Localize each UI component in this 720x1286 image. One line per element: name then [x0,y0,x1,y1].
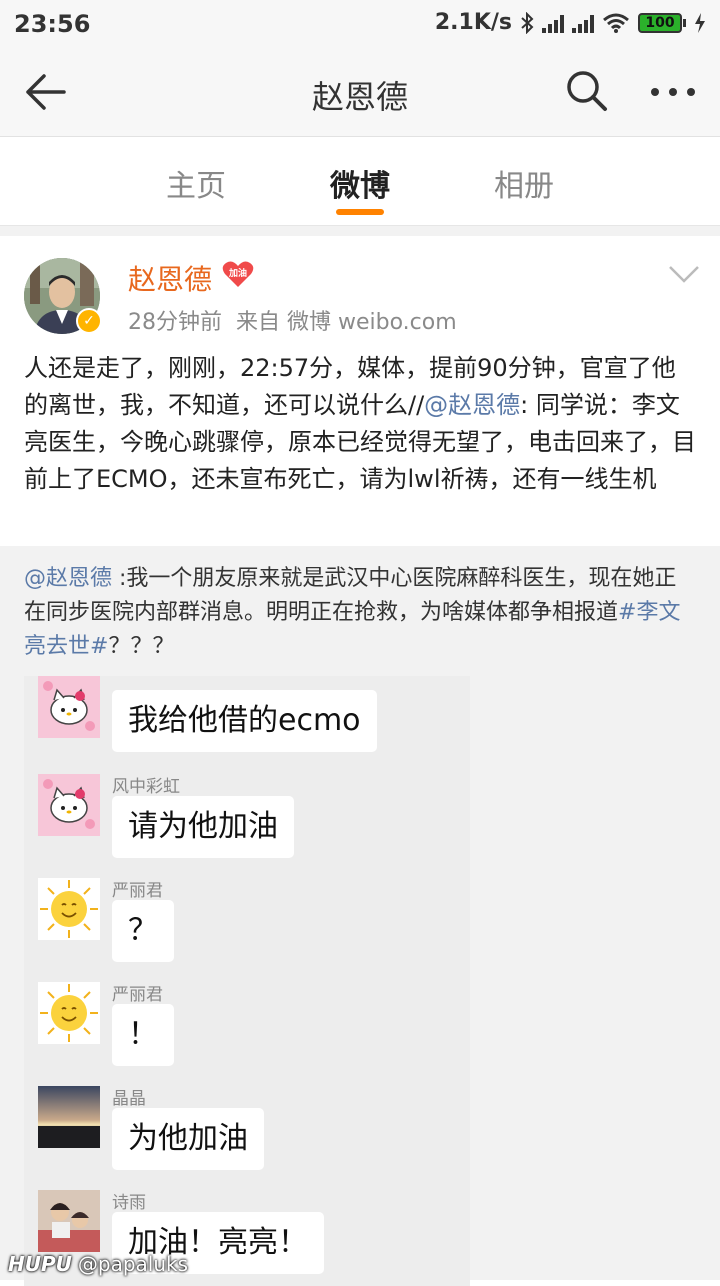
sunset-avatar-icon [38,1086,100,1148]
status-bar: 23:56 2.1K/s 100 [0,0,720,48]
bluetooth-icon [521,11,534,34]
author-name[interactable]: 赵恩德 [128,258,212,298]
network-speed: 2.1K/s [434,10,512,35]
watermark-handle: @papaluks [77,1252,189,1276]
tab-album[interactable]: 相册 [494,161,554,205]
active-tab-indicator [336,209,384,215]
profile-tabs: 主页 微博 相册 [0,137,720,226]
watermark-brand: HUPU [8,1252,72,1276]
chat-sender: 严丽君 [112,985,163,1005]
battery-icon: 100 [638,12,686,33]
page-title: 赵恩德 [311,78,408,116]
sun-avatar-icon [38,982,100,1044]
post-source: 来自 微博 weibo.com [236,310,457,335]
retweet-block[interactable]: @赵恩德 :我一个朋友原来就是武汉中心医院麻醉科医生，现在她正在同步医院内部群消… [0,546,720,1286]
retweet-mention-link[interactable]: @赵恩德 [24,566,112,591]
tab-weibo[interactable]: 微博 [330,161,390,205]
badge-label: 加油 [228,269,247,279]
chat-bubble: 我给他借的ecmo [112,690,377,752]
chevron-down-icon[interactable] [666,262,702,286]
signal-icon [542,13,564,33]
badge-icon: 加油 [222,260,254,288]
nav-bar: 赵恩德 [0,48,720,137]
retweet-body: :我一个朋友原来就是武汉中心医院麻醉科医生，现在她正在同步医院内部群消息。明明正… [24,566,677,625]
chat-sender: 晶晶 [112,1089,146,1109]
post-meta: 28分钟前 来自 微博 weibo.com [128,304,471,336]
search-icon[interactable] [566,70,608,112]
sun-avatar-icon [38,878,100,940]
charging-icon [695,12,705,33]
chat-bubble: ？ [112,900,174,962]
photo-avatar-icon [38,1190,100,1252]
chat-bubble: 为他加油 [112,1108,264,1170]
chat-sender: 风中彩虹 [112,777,180,797]
chat-sender: 诗雨 [112,1193,146,1213]
signal-icon-2 [572,13,594,33]
wifi-icon [603,13,629,33]
divider [0,226,720,236]
status-icons: 2.1K/s 100 [435,10,706,35]
chat-bubble: 请为他加油 [112,796,294,858]
retweet-suffix: ？？？ [108,634,175,659]
chat-screenshot-image[interactable]: 我给他借的ecmo 风中彩虹 请为他加油 严丽君 ？ 严丽君 ！ 晶晶 为他加油… [24,676,470,1286]
post-time: 28分钟前 [128,310,222,335]
status-time: 23:56 [14,10,91,38]
hello-kitty-avatar-icon [38,676,100,738]
tab-home[interactable]: 主页 [166,161,226,205]
battery-level: 100 [638,12,682,33]
retweet-text: @赵恩德 :我一个朋友原来就是武汉中心医院麻醉科医生，现在她正在同步医院内部群消… [24,562,696,664]
hello-kitty-avatar-icon [38,774,100,836]
chat-sender: 严丽君 [112,881,163,901]
watermark: HUPU @papaluks [8,1252,188,1276]
post-body: 人还是走了，刚刚，22:57分，媒体，提前90分钟，官宣了他的离世，我，不知道，… [24,350,696,498]
verified-badge-icon: ✓ [76,308,102,334]
post-mention-link[interactable]: @赵恩德 [424,391,520,419]
chat-bubble: ！ [112,1004,174,1066]
more-options-icon[interactable] [650,86,696,98]
